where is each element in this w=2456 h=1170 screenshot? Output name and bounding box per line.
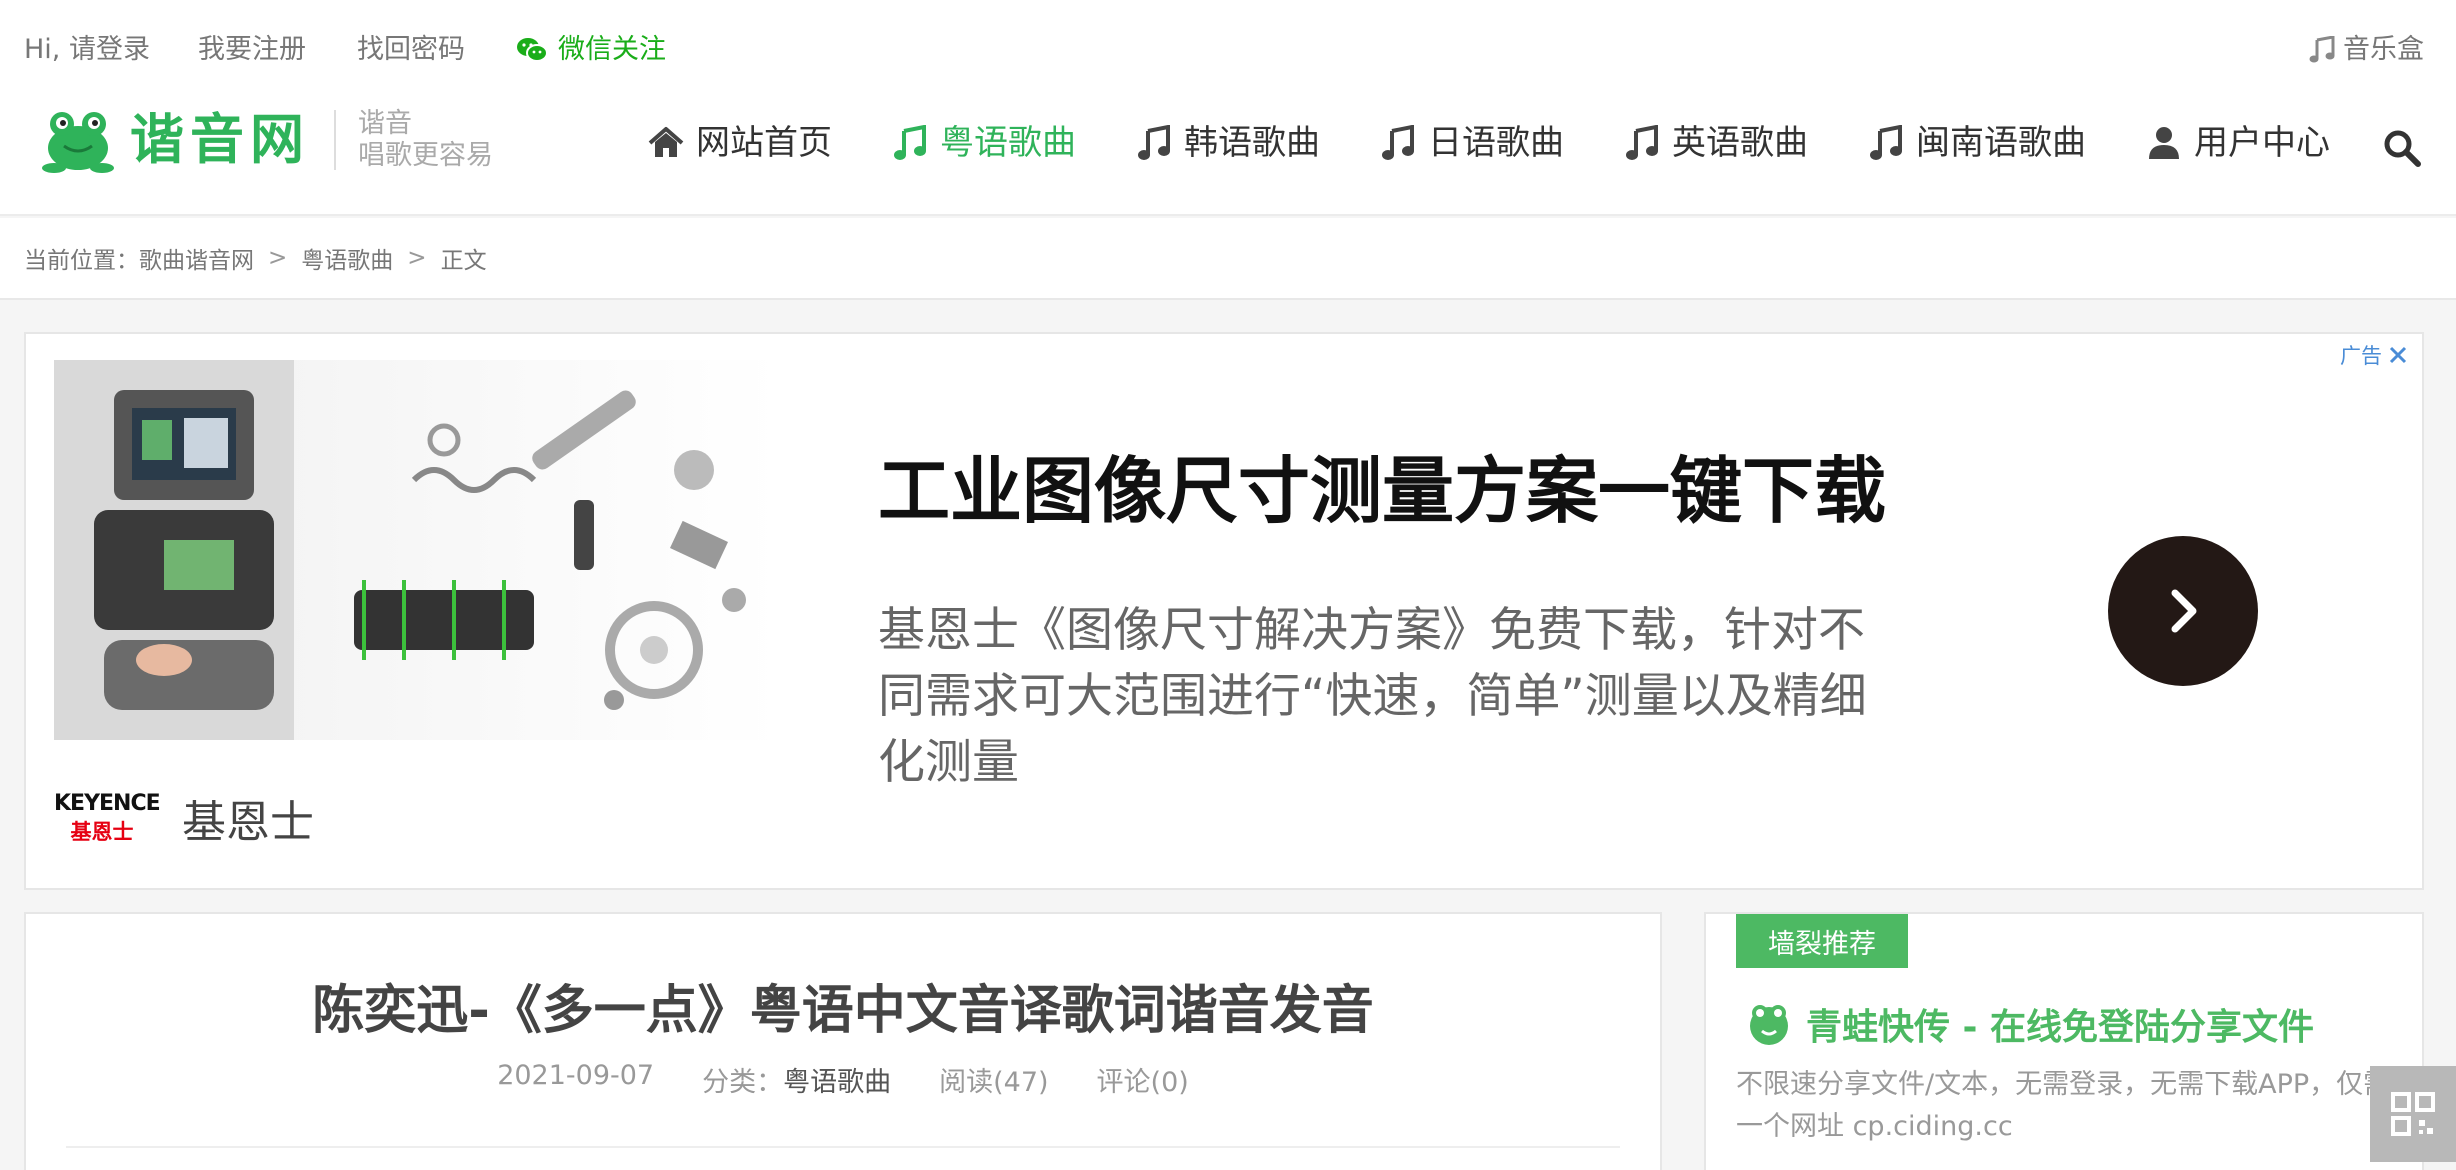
ad-brand[interactable]: KEYENCE 基恩士 基恩士 (54, 786, 314, 850)
article-category-wrap: 分类：粤语歌曲 (702, 1060, 891, 1099)
logo-slogan: 谐音 唱歌更容易 (358, 108, 493, 172)
music-note-icon (2309, 36, 2335, 63)
nav-label: 英语歌曲 (1672, 123, 1808, 163)
nav-label: 粤语歌曲 (940, 123, 1076, 163)
nav-item-korean[interactable]: 韩语歌曲 (1136, 120, 1320, 166)
nav-label: 日语歌曲 (1428, 123, 1564, 163)
recommend-description: 不限速分享文件/文本，无需登录，无需下载APP，仅需一个网址 cp.ciding… (1736, 1069, 2391, 1142)
nav-item-cantonese[interactable]: 粤语歌曲 (892, 120, 1076, 166)
keyence-logo: KEYENCE 基恩士 (54, 790, 161, 846)
nav-label: 韩语歌曲 (1184, 123, 1320, 163)
logo-divider (334, 110, 336, 170)
top-bar: Hi, 请登录 我要注册 找回密码 微信关注 音乐盒 (0, 0, 2456, 100)
article-category-link[interactable]: 粤语歌曲 (783, 1067, 891, 1098)
article-date: 2021-09-07 (497, 1060, 655, 1091)
frog-transfer-icon (1750, 1005, 1788, 1045)
article-divider (66, 1146, 1620, 1148)
slogan-line-2: 唱歌更容易 (358, 140, 493, 171)
brand-logo-en: KEYENCE (54, 790, 161, 816)
main-nav: 网站首页 粤语歌曲 韩语歌曲 日语歌曲 英语歌曲 闽南语歌曲 用户中心 (648, 120, 2390, 166)
music-box-link[interactable]: 音乐盒 (2309, 32, 2424, 68)
music-note-icon (1870, 125, 1902, 160)
music-note-icon (1138, 125, 1170, 160)
recommend-title: 青蛙快传 - 在线免登陆分享文件 (1806, 1007, 2315, 1048)
article-card: 陈奕迅-《多一点》粤语中文音译歌词谐音发音 2021-09-07 分类：粤语歌曲… (24, 912, 1662, 1170)
nav-label: 网站首页 (696, 123, 832, 163)
qr-code-button[interactable] (2370, 1066, 2456, 1162)
qr-code-icon (2391, 1092, 2435, 1136)
nav-label: 闽南语歌曲 (1916, 123, 2086, 163)
recover-password-link[interactable]: 找回密码 (357, 32, 465, 68)
register-link[interactable]: 我要注册 (198, 32, 306, 68)
breadcrumb-item-category[interactable]: 粤语歌曲 (301, 241, 393, 275)
nav-label: 用户中心 (2194, 123, 2330, 163)
nav-item-english[interactable]: 英语歌曲 (1624, 120, 1808, 166)
breadcrumb-prefix: 当前位置： (24, 248, 139, 274)
breadcrumb-item-current: 正文 (440, 248, 487, 274)
article-title: 陈奕迅-《多一点》粤语中文音译歌词谐音发音 (312, 981, 1374, 1041)
close-icon[interactable] (2388, 345, 2408, 365)
article-meta: 2021-09-07 分类：粤语歌曲 阅读(47) 评论(0) (26, 1060, 1660, 1099)
ad-description[interactable]: 基恩士《图像尺寸解决方案》免费下载，针对不同需求可大范围进行“快速，简单”测量以… (878, 598, 1878, 796)
frog-logo-icon (42, 112, 114, 173)
site-logo[interactable]: 谐音网 谐音 唱歌更容易 (40, 106, 493, 174)
ad-tag[interactable]: 广告 (2340, 340, 2408, 370)
nav-item-home[interactable]: 网站首页 (648, 120, 832, 166)
brand-name: 基恩士 (182, 797, 314, 848)
breadcrumb: 当前位置： 歌曲谐音网 > 粤语歌曲 > 正文 (0, 218, 2456, 300)
ad-product-image[interactable] (54, 360, 780, 740)
nav-item-user-center[interactable]: 用户中心 (2146, 120, 2330, 166)
search-icon[interactable] (2382, 128, 2422, 168)
music-note-icon (1382, 125, 1414, 160)
nav-item-japanese[interactable]: 日语歌曲 (1380, 120, 1564, 166)
ad-tag-label: 广告 (2340, 344, 2382, 368)
sidebar-recommend: 墙裂推荐 青蛙快传 - 在线免登陆分享文件 不限速分享文件/文本，无需登录，无需… (1704, 912, 2424, 1170)
recommend-link[interactable]: 青蛙快传 - 在线免登陆分享文件 (1746, 998, 2314, 1050)
site-header: 谐音网 谐音 唱歌更容易 网站首页 粤语歌曲 韩语歌曲 日语歌曲 英语歌曲 闽南… (0, 100, 2456, 216)
article-comments[interactable]: 评论(0) (1097, 1060, 1189, 1099)
ad-title[interactable]: 工业图像尺寸测量方案一键下载 (878, 432, 1886, 537)
chevron-right-icon (2171, 589, 2197, 633)
ad-banner[interactable]: 广告 工业图像尺寸测量方案一键下载 基恩士《图像尺寸解决方案》免费下载，针对不同… (24, 332, 2424, 890)
breadcrumb-separator: > (268, 245, 288, 271)
music-box-label: 音乐盒 (2343, 34, 2424, 65)
user-icon (2149, 127, 2179, 159)
music-note-icon (894, 125, 926, 160)
ad-go-button[interactable] (2108, 536, 2258, 686)
measurement-device-illustration (54, 360, 746, 740)
music-note-icon (1626, 125, 1658, 160)
wechat-icon (517, 38, 548, 62)
breadcrumb-item-home[interactable]: 歌曲谐音网 (139, 241, 254, 275)
slogan-line-1: 谐音 (358, 108, 412, 139)
recommend-badge: 墙裂推荐 (1736, 914, 1908, 968)
wechat-follow-label: 微信关注 (558, 34, 666, 65)
brand-logo-cn: 基恩士 (70, 819, 134, 844)
wechat-follow-link[interactable]: 微信关注 (516, 32, 666, 68)
home-icon (648, 127, 684, 157)
logo-text: 谐音网 (130, 108, 310, 171)
article-reads: 阅读(47) (939, 1067, 1049, 1098)
login-link[interactable]: Hi, 请登录 (24, 32, 150, 68)
nav-item-hokkien[interactable]: 闽南语歌曲 (1868, 120, 2086, 166)
breadcrumb-separator: > (407, 245, 427, 271)
article-category-label: 分类： (702, 1067, 784, 1098)
